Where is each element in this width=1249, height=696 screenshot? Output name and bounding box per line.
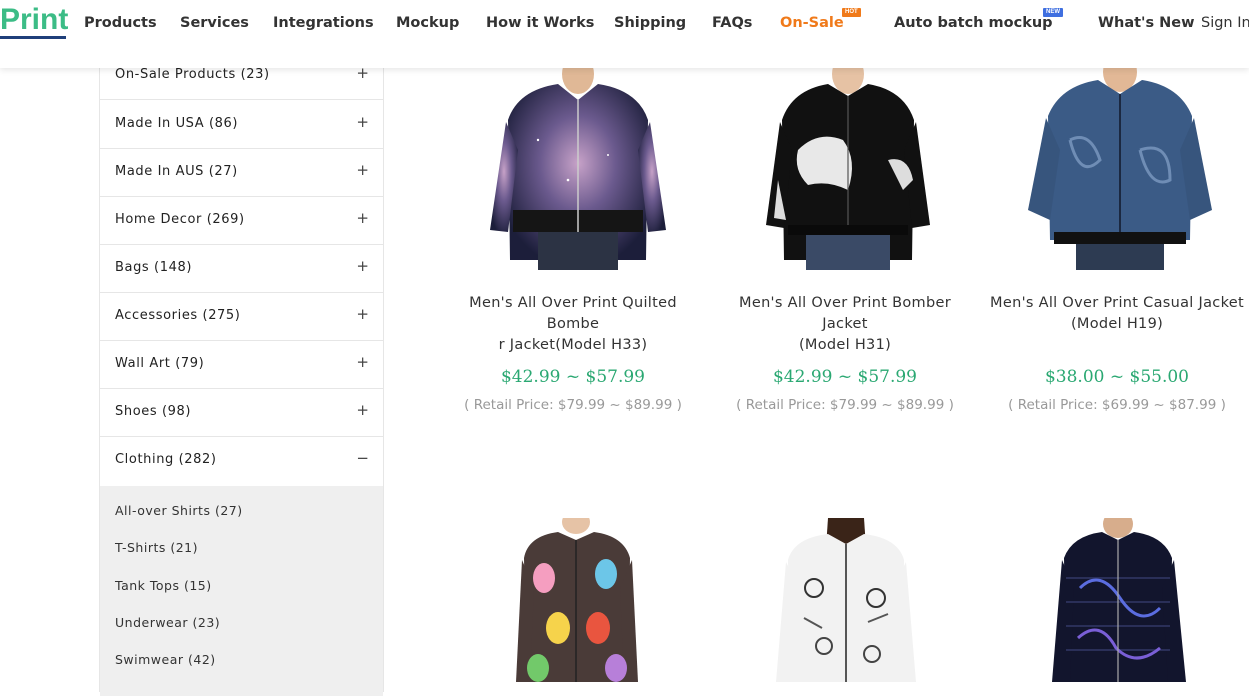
category-label: Clothing (282)	[115, 452, 217, 467]
product-title-line: (Model H31)	[798, 337, 892, 353]
galaxy-bomber-jacket-photo-icon	[490, 60, 666, 270]
expand-plus-icon[interactable]: +	[356, 257, 369, 275]
category-label: Bags (148)	[115, 260, 192, 275]
product-title[interactable]: Men's All Over Print Casual Jacket (Mode…	[986, 293, 1248, 335]
easter-egg-jacket-photo-icon	[516, 518, 638, 682]
expand-plus-icon[interactable]: +	[356, 305, 369, 323]
product-title-line: Men's All Over Print Casual Jacket	[990, 295, 1244, 311]
category-shoes[interactable]: Shoes (98) +	[100, 389, 383, 437]
subcategory-swimwear[interactable]: Swimwear (42)	[115, 652, 216, 667]
product-image-galaxy-bomber[interactable]	[478, 60, 678, 270]
category-label: Made In USA (86)	[115, 116, 239, 131]
category-clothing[interactable]: Clothing (282) −	[100, 437, 383, 485]
category-accessories[interactable]: Accessories (275) +	[100, 293, 383, 341]
subcategory-t-shirts[interactable]: T-Shirts (21)	[115, 540, 198, 555]
product-image-easter-egg-jacket[interactable]	[478, 518, 678, 682]
expand-plus-icon[interactable]: +	[356, 401, 369, 419]
nav-how-it-works[interactable]: How it Works	[486, 13, 594, 33]
subcategory-tank-tops[interactable]: Tank Tops (15)	[115, 578, 212, 593]
expand-plus-icon[interactable]: +	[356, 353, 369, 371]
logo-underline	[0, 36, 66, 39]
product-image-galaxy-puffer-jacket[interactable]	[1020, 518, 1220, 682]
category-label: Home Decor (269)	[115, 212, 245, 227]
logo-text: Print	[0, 3, 69, 36]
nav-services[interactable]: Services	[180, 13, 249, 33]
nav-on-sale-label: On-Sale	[780, 15, 844, 31]
category-label: Wall Art (79)	[115, 356, 205, 371]
product-retail-price: ( Retail Price: $79.99 ~ $89.99 )	[736, 397, 954, 413]
category-label: On-Sale Products (23)	[115, 67, 270, 82]
collapse-minus-icon[interactable]: −	[356, 449, 369, 467]
product-title-line: Men's All Over Print Bomber Jacket	[739, 295, 951, 332]
product-image-blue-casual-jacket[interactable]	[1020, 60, 1220, 270]
product-title-line: r Jacket(Model H33)	[498, 337, 648, 353]
sign-in-link[interactable]: Sign In	[1201, 13, 1249, 33]
product-price: $42.99 ~ $57.99	[500, 367, 646, 387]
category-bags[interactable]: Bags (148) +	[100, 245, 383, 293]
nav-mockup[interactable]: Mockup	[396, 13, 459, 33]
hot-badge: HOT	[842, 8, 861, 17]
product-title-line: (Model H19)	[1070, 316, 1164, 332]
subcategory-underwear[interactable]: Underwear (23)	[115, 615, 220, 630]
expand-plus-icon[interactable]: +	[356, 161, 369, 179]
nav-products[interactable]: Products	[84, 13, 157, 33]
nav-whats-new[interactable]: What's New	[1098, 13, 1195, 33]
site-header: Print Products Services Integrations Moc…	[0, 0, 1249, 68]
product-price: $38.00 ~ $55.00	[1044, 367, 1190, 387]
product-title[interactable]: Men's All Over Print Bomber Jacket (Mode…	[714, 293, 976, 356]
category-home-decor[interactable]: Home Decor (269) +	[100, 197, 383, 245]
category-label: Shoes (98)	[115, 404, 192, 419]
expand-plus-icon[interactable]: +	[356, 113, 369, 131]
product-retail-price: ( Retail Price: $69.99 ~ $87.99 )	[1008, 397, 1226, 413]
product-retail-price: ( Retail Price: $79.99 ~ $89.99 )	[464, 397, 682, 413]
product-image-bear-bomber[interactable]	[748, 60, 948, 270]
category-made-in-usa[interactable]: Made In USA (86) +	[100, 101, 383, 149]
product-title[interactable]: Men's All Over Print Quilted Bombe r Jac…	[442, 293, 704, 356]
category-sidebar: On-Sale Products (23) + Made In USA (86)…	[99, 52, 384, 696]
nav-shipping[interactable]: Shipping	[614, 13, 686, 33]
blue-casual-jacket-photo-icon	[1028, 60, 1212, 270]
category-made-in-aus[interactable]: Made In AUS (27) +	[100, 149, 383, 197]
expand-plus-icon[interactable]: +	[356, 209, 369, 227]
bear-bomber-jacket-photo-icon	[766, 60, 930, 270]
nav-faqs[interactable]: FAQs	[712, 13, 752, 33]
skull-pattern-jacket-photo-icon	[776, 518, 916, 682]
site-logo[interactable]: Print	[0, 3, 69, 39]
category-wall-art[interactable]: Wall Art (79) +	[100, 341, 383, 389]
product-image-skull-pattern-jacket[interactable]	[748, 518, 948, 682]
clothing-subcategory-panel: All-over Shirts (27) T-Shirts (21) Tank …	[100, 486, 383, 696]
category-label: Made In AUS (27)	[115, 164, 238, 179]
nav-auto-batch-mockup-label: Auto batch mockup	[894, 15, 1053, 31]
subcategory-all-over-shirts[interactable]: All-over Shirts (27)	[115, 503, 243, 518]
nav-on-sale[interactable]: On-Sale HOT	[780, 8, 861, 33]
nav-integrations[interactable]: Integrations	[273, 13, 374, 33]
category-label: Accessories (275)	[115, 308, 241, 323]
nav-auto-batch-mockup[interactable]: Auto batch mockup NEW	[894, 8, 1063, 33]
product-title-line: Men's All Over Print Quilted Bombe	[469, 295, 677, 332]
new-badge: NEW	[1043, 8, 1063, 17]
product-price: $42.99 ~ $57.99	[772, 367, 918, 387]
galaxy-puffer-jacket-photo-icon	[1052, 518, 1186, 682]
